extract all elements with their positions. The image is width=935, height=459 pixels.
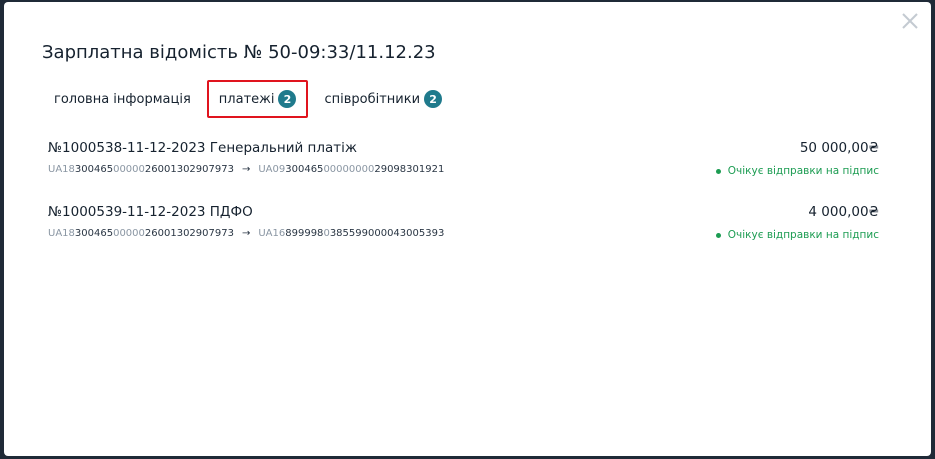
to-account: UA168999980385599000043005393 [258, 228, 445, 239]
payment-row[interactable]: №1000539-11-12-2023 ПДФО 4 000,00₴ UA183… [48, 204, 879, 241]
payment-title: №1000538-11-12-2023 Генеральний платіж [48, 140, 358, 156]
payment-amount: 50 000,00₴ [799, 140, 879, 156]
count-badge: 2 [424, 90, 443, 108]
arrow-right-icon: → [241, 164, 251, 175]
to-account: UA093004650000000029098301921 [258, 164, 445, 175]
payment-amount: 4 000,00₴ [808, 204, 879, 220]
tab-label: головна інформація [54, 91, 191, 107]
tab-payments[interactable]: платежі 2 [206, 80, 309, 118]
status-badge: Очікує відправки на підпис [715, 229, 879, 241]
arrow-right-icon: → [241, 228, 251, 239]
status-dot-icon [715, 232, 721, 238]
tab-label: платежі [218, 91, 275, 107]
status-dot-icon [715, 168, 721, 174]
payroll-modal: Зарплатна відомість № 50-09:33/11.12.23 … [4, 2, 931, 456]
payment-title: №1000539-11-12-2023 ПДФО [48, 204, 253, 220]
tab-bar: головна інформація платежі 2 співробітни… [42, 80, 454, 118]
status-text: Очікує відправки на підпис [727, 165, 879, 177]
count-badge: 2 [278, 90, 297, 108]
tab-label: співробітники [324, 91, 421, 107]
tab-employees[interactable]: співробітники 2 [312, 82, 454, 116]
close-icon[interactable] [899, 10, 921, 32]
from-account: UA183004650000026001302907973 [48, 228, 234, 239]
status-badge: Очікує відправки на підпис [715, 165, 879, 177]
from-account: UA183004650000026001302907973 [48, 164, 234, 175]
page-title: Зарплатна відомість № 50-09:33/11.12.23 [42, 42, 436, 63]
payment-row[interactable]: №1000538-11-12-2023 Генеральний платіж 5… [48, 140, 879, 177]
status-text: Очікує відправки на підпис [727, 229, 879, 241]
tab-main-info[interactable]: головна інформація [42, 82, 203, 116]
